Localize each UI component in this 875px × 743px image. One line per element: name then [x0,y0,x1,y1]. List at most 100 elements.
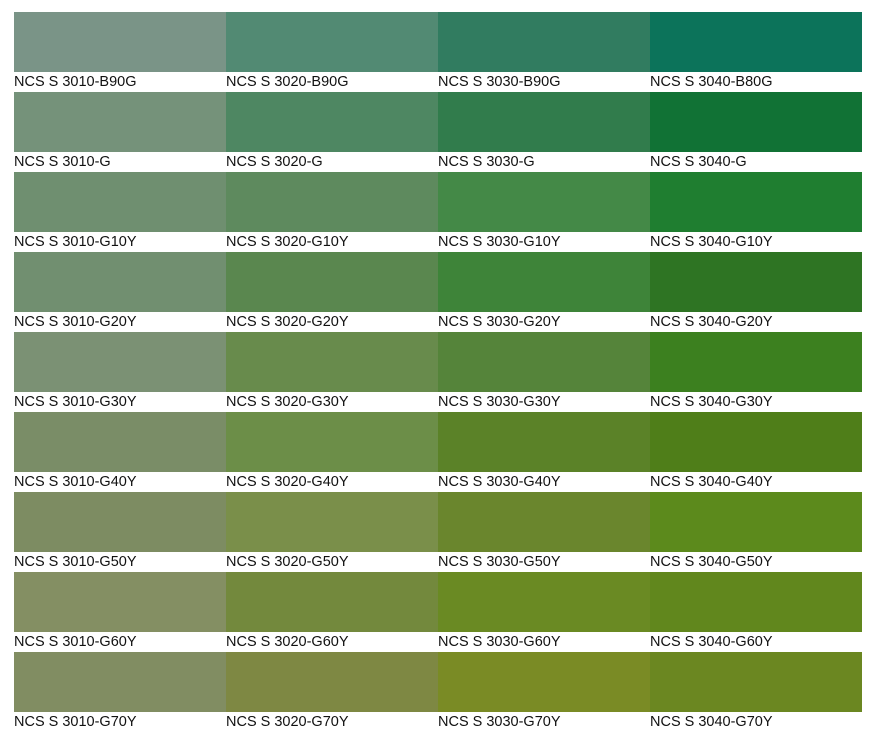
color-swatch [650,332,862,392]
color-code-label: NCS S 3030-B90G [438,74,561,90]
color-swatch [650,652,862,712]
color-swatch [226,412,438,472]
color-code-label: NCS S 3010-G20Y [14,314,137,330]
color-swatch [14,492,226,552]
color-swatch-card: NCS S 3020-B90G [226,12,438,92]
color-swatch-card: NCS S 3040-G50Y [650,492,862,572]
color-swatch-card: NCS S 3040-G10Y [650,172,862,252]
color-swatch-card: NCS S 3010-G30Y [14,332,226,412]
color-swatch [438,172,650,232]
color-code-label: NCS S 3030-G70Y [438,714,561,730]
color-swatch-card: NCS S 3030-G30Y [438,332,650,412]
color-swatch [650,12,862,72]
color-code-label: NCS S 3020-G [226,154,323,170]
color-code-label: NCS S 3030-G30Y [438,394,561,410]
color-code-label: NCS S 3030-G20Y [438,314,561,330]
color-swatch-card: NCS S 3030-G20Y [438,252,650,332]
color-code-label: NCS S 3040-G30Y [650,394,773,410]
color-swatch [226,252,438,312]
color-swatch [14,172,226,232]
color-swatch [650,252,862,312]
color-swatch-card: NCS S 3020-G50Y [226,492,438,572]
color-swatch-card: NCS S 3010-B90G [14,12,226,92]
color-swatch [650,172,862,232]
color-swatch [650,492,862,552]
color-swatch [14,332,226,392]
color-swatch [226,572,438,632]
color-swatch-card: NCS S 3020-G [226,92,438,172]
color-code-label: NCS S 3020-G40Y [226,474,349,490]
color-swatch-card: NCS S 3040-G60Y [650,572,862,652]
color-code-label: NCS S 3010-G40Y [14,474,137,490]
color-swatch-card: NCS S 3010-G50Y [14,492,226,572]
color-swatch-card: NCS S 3010-G20Y [14,252,226,332]
color-code-label: NCS S 3020-G60Y [226,634,349,650]
color-code-label: NCS S 3020-G10Y [226,234,349,250]
color-swatch [650,412,862,472]
color-swatch-card: NCS S 3030-G70Y [438,652,650,732]
color-code-label: NCS S 3040-G70Y [650,714,773,730]
color-swatch-card: NCS S 3010-G40Y [14,412,226,492]
color-code-label: NCS S 3020-B90G [226,74,349,90]
color-swatch-card: NCS S 3010-G10Y [14,172,226,252]
color-swatch [438,652,650,712]
color-swatch [438,412,650,472]
color-code-label: NCS S 3010-G60Y [14,634,137,650]
color-swatch [14,652,226,712]
color-swatch [226,172,438,232]
color-swatch [226,652,438,712]
color-swatch-card: NCS S 3030-G10Y [438,172,650,252]
color-code-label: NCS S 3040-G10Y [650,234,773,250]
color-swatch [226,492,438,552]
color-swatch [438,92,650,152]
color-swatch [438,492,650,552]
color-swatch [14,572,226,632]
color-swatch-card: NCS S 3010-G [14,92,226,172]
color-swatch-card: NCS S 3030-G50Y [438,492,650,572]
color-code-label: NCS S 3040-G50Y [650,554,773,570]
color-swatch-card: NCS S 3020-G70Y [226,652,438,732]
color-code-label: NCS S 3010-G30Y [14,394,137,410]
color-swatch-card: NCS S 3030-G60Y [438,572,650,652]
color-swatch-card: NCS S 3010-G70Y [14,652,226,732]
color-code-label: NCS S 3020-G50Y [226,554,349,570]
color-code-label: NCS S 3040-G20Y [650,314,773,330]
color-swatch-card: NCS S 3020-G40Y [226,412,438,492]
color-code-label: NCS S 3030-G10Y [438,234,561,250]
color-swatch [226,332,438,392]
color-swatch-card: NCS S 3040-B80G [650,12,862,92]
color-code-label: NCS S 3020-G30Y [226,394,349,410]
color-swatch [226,12,438,72]
color-swatch-card: NCS S 3040-G40Y [650,412,862,492]
color-swatch [438,252,650,312]
color-code-label: NCS S 3030-G [438,154,535,170]
color-swatch-card: NCS S 3020-G10Y [226,172,438,252]
color-swatch [438,12,650,72]
color-swatch [438,572,650,632]
color-swatch-card: NCS S 3010-G60Y [14,572,226,652]
color-swatch [650,92,862,152]
color-code-label: NCS S 3010-G10Y [14,234,137,250]
color-code-label: NCS S 3010-G70Y [14,714,137,730]
color-swatch [650,572,862,632]
color-swatch [14,412,226,472]
color-code-label: NCS S 3010-G50Y [14,554,137,570]
color-swatch-card: NCS S 3040-G30Y [650,332,862,412]
color-swatch-card: NCS S 3040-G70Y [650,652,862,732]
color-swatch [14,252,226,312]
color-code-label: NCS S 3040-G [650,154,747,170]
color-code-label: NCS S 3030-G60Y [438,634,561,650]
color-swatch-card: NCS S 3030-G [438,92,650,172]
color-code-label: NCS S 3030-G50Y [438,554,561,570]
color-swatch-card: NCS S 3040-G [650,92,862,172]
color-swatch-card: NCS S 3030-B90G [438,12,650,92]
color-code-label: NCS S 3010-G [14,154,111,170]
color-swatch-card: NCS S 3030-G40Y [438,412,650,492]
color-swatch [438,332,650,392]
color-swatch-card: NCS S 3040-G20Y [650,252,862,332]
color-code-label: NCS S 3020-G70Y [226,714,349,730]
color-code-label: NCS S 3040-B80G [650,74,773,90]
color-code-label: NCS S 3040-G40Y [650,474,773,490]
color-swatch-grid: NCS S 3010-B90G NCS S 3020-B90G NCS S 3030… [14,12,862,732]
color-swatch [226,92,438,152]
